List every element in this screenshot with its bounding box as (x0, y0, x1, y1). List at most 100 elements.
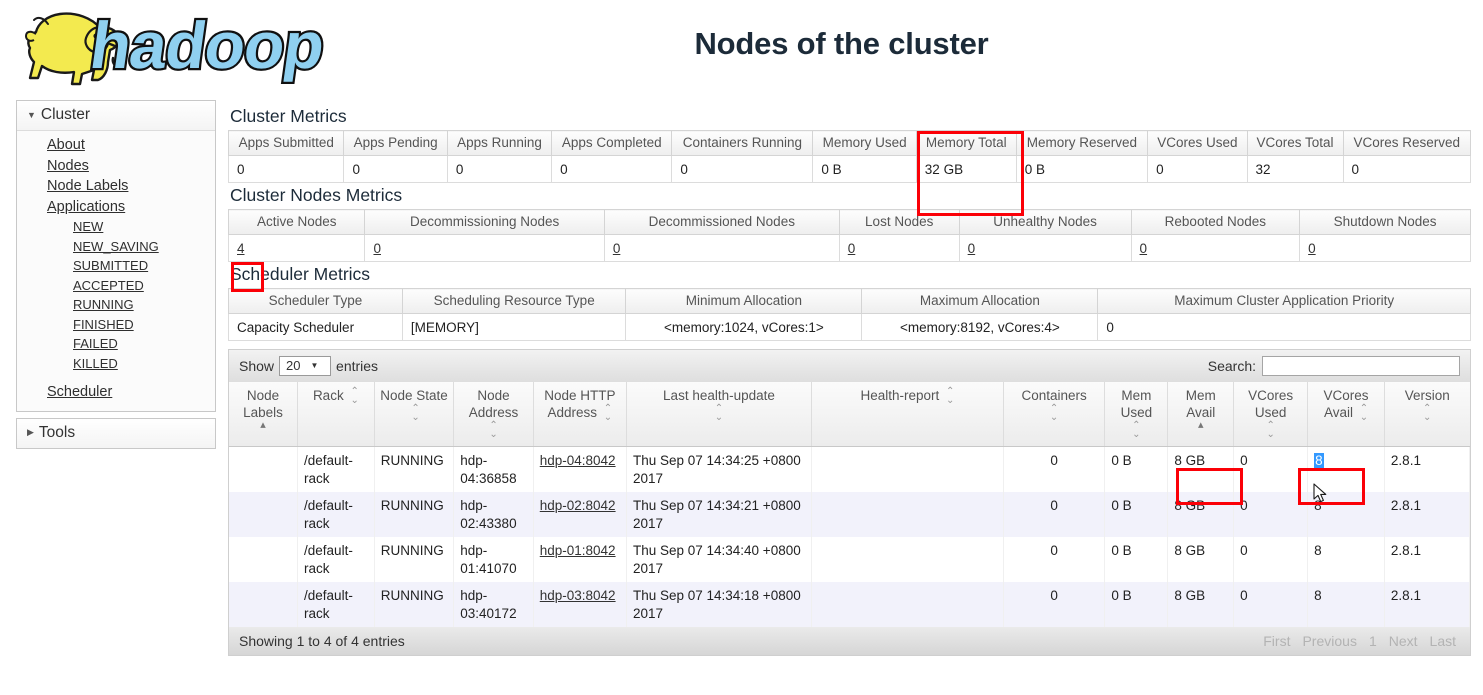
td-lost-nodes: 0 (838, 234, 960, 262)
sidebar-item-new[interactable]: NEW (73, 217, 215, 237)
cell-last-health-update: Thu Sep 07 14:34:18 +0800 2017 (626, 582, 813, 627)
cell-mem-used: 0 B (1104, 492, 1169, 537)
link-node-http-address[interactable]: hdp-01:8042 (540, 543, 616, 558)
sidebar-item-applications[interactable]: Applications NEW NEW_SAVING SUBMITTED AC… (47, 197, 215, 374)
td-unhealthy-nodes: 0 (958, 234, 1132, 262)
sidebar-item-nodes[interactable]: Nodes (47, 156, 215, 177)
sidebar-link-node-labels[interactable]: Node Labels (47, 178, 128, 194)
th-containers[interactable]: Containers (1003, 382, 1106, 447)
sort-asc-icon (1173, 421, 1228, 430)
td-minimum-allocation: <memory:1024, vCores:1> (625, 313, 863, 341)
sidebar-item-accepted[interactable]: ACCEPTED (73, 276, 215, 296)
sidebar-tools-header[interactable]: ▶ Tools (17, 418, 215, 448)
cell-rack: /default-rack (297, 446, 375, 492)
sidebar-link-killed[interactable]: KILLED (73, 356, 118, 371)
th-decommissioning-nodes: Decommissioning Nodes (364, 209, 605, 235)
link-lost-nodes[interactable]: 0 (848, 241, 856, 256)
td-memory-total: 32 GB (915, 155, 1017, 183)
cell-version: 2.8.1 (1384, 582, 1471, 627)
cell-health-report (811, 446, 1004, 492)
cluster-metrics-title: Cluster Metrics (230, 106, 347, 126)
sidebar-link-new-saving[interactable]: NEW_SAVING (73, 239, 159, 254)
th-health-report-label: Health-report (860, 388, 940, 403)
sidebar-item-killed[interactable]: KILLED (73, 354, 215, 374)
th-rack[interactable]: Rack (297, 382, 375, 447)
page-length-select[interactable]: 20 ▼ (279, 356, 332, 376)
td-apps-pending: 0 (343, 155, 448, 183)
sidebar-link-running[interactable]: RUNNING (73, 297, 134, 312)
cell-containers: 0 (1003, 582, 1106, 627)
pagination-next[interactable]: Next (1389, 633, 1418, 649)
th-memory-reserved: Memory Reserved (1015, 130, 1149, 156)
cluster-nodes-metrics-table: Active Nodes Decommissioning Nodes Decom… (227, 209, 1471, 262)
sidebar-link-nodes[interactable]: Nodes (47, 158, 89, 174)
sidebar-link-new[interactable]: NEW (73, 219, 103, 234)
sidebar-link-failed[interactable]: FAILED (73, 336, 118, 351)
th-health-report[interactable]: Health-report (811, 382, 1004, 447)
link-unhealthy-nodes[interactable]: 0 (968, 241, 976, 256)
sidebar-item-submitted[interactable]: SUBMITTED (73, 256, 215, 276)
table-row[interactable]: /default-rack RUNNING hdp-02:43380 hdp-0… (229, 492, 1471, 537)
th-vcores-avail[interactable]: VCores Avail (1307, 382, 1385, 447)
caret-right-icon: ▶ (27, 426, 34, 437)
th-vcores-used-col[interactable]: VCores Used (1233, 382, 1309, 447)
cell-node-http-address: hdp-03:8042 (533, 582, 627, 627)
sort-both-icon (1239, 421, 1302, 439)
link-rebooted-nodes[interactable]: 0 (1140, 241, 1148, 256)
entries-label: entries (336, 358, 379, 374)
th-shutdown-nodes: Shutdown Nodes (1299, 209, 1471, 235)
th-node-http-address[interactable]: Node HTTP Address (533, 382, 627, 447)
sidebar-item-failed[interactable]: FAILED (73, 334, 215, 354)
cell-health-report (811, 582, 1004, 627)
th-node-state[interactable]: Node State (374, 382, 455, 447)
th-mem-avail[interactable]: Mem Avail (1167, 382, 1235, 447)
th-mem-used[interactable]: Mem Used (1104, 382, 1169, 447)
sidebar-item-about[interactable]: About (47, 135, 215, 156)
sidebar-cluster-header[interactable]: ▼ Cluster (17, 101, 215, 131)
link-shutdown-nodes[interactable]: 0 (1308, 241, 1316, 256)
sidebar-item-scheduler[interactable]: Scheduler (47, 382, 215, 403)
table-row[interactable]: /default-rack RUNNING hdp-03:40172 hdp-0… (229, 582, 1471, 627)
td-memory-used: 0 B (812, 155, 917, 183)
sidebar-link-scheduler[interactable]: Scheduler (47, 384, 112, 400)
sidebar-link-finished[interactable]: FINISHED (73, 317, 134, 332)
link-decommissioning-nodes[interactable]: 0 (373, 241, 381, 256)
pagination-first[interactable]: First (1263, 633, 1290, 649)
th-version[interactable]: Version (1384, 382, 1470, 447)
link-node-http-address[interactable]: hdp-02:8042 (540, 498, 616, 513)
sidebar-item-new-saving[interactable]: NEW_SAVING (73, 237, 215, 257)
td-containers-running: 0 (671, 155, 814, 183)
sidebar-link-submitted[interactable]: SUBMITTED (73, 258, 148, 273)
sidebar-item-finished[interactable]: FINISHED (73, 315, 215, 335)
cell-vcores-used: 0 (1233, 492, 1309, 537)
sort-both-icon (1009, 404, 1099, 422)
th-mem-used-label: Mem Used (1120, 388, 1153, 420)
pagination-last[interactable]: Last (1430, 633, 1456, 649)
pagination-previous[interactable]: Previous (1302, 633, 1356, 649)
table-row[interactable]: /default-rack RUNNING hdp-01:41070 hdp-0… (229, 537, 1471, 582)
search-label: Search: (1207, 358, 1256, 374)
cell-node-labels (229, 492, 299, 537)
table-row[interactable]: /default-rack RUNNING hdp-04:36858 hdp-0… (229, 446, 1471, 492)
link-node-http-address[interactable]: hdp-04:8042 (540, 453, 616, 468)
sidebar-link-about[interactable]: About (47, 137, 85, 153)
sidebar-item-node-labels[interactable]: Node Labels (47, 176, 215, 197)
search-input[interactable] (1262, 356, 1460, 376)
link-active-nodes[interactable]: 4 (237, 241, 245, 256)
cell-mem-used: 0 B (1104, 537, 1169, 582)
cell-vcores-avail: 8 (1307, 446, 1385, 492)
sidebar-item-running[interactable]: RUNNING (73, 295, 215, 315)
link-decommissioned-nodes[interactable]: 0 (613, 241, 621, 256)
th-scheduler-type: Scheduler Type (228, 288, 403, 314)
sidebar-link-accepted[interactable]: ACCEPTED (73, 278, 144, 293)
td-shutdown-nodes: 0 (1299, 234, 1471, 262)
th-last-health-update[interactable]: Last health-update (626, 382, 813, 447)
pagination-page-1[interactable]: 1 (1369, 633, 1377, 649)
sidebar-link-applications[interactable]: Applications (47, 199, 125, 215)
link-node-http-address[interactable]: hdp-03:8042 (540, 588, 616, 603)
th-lost-nodes: Lost Nodes (838, 209, 960, 235)
th-node-address[interactable]: Node Address (453, 382, 534, 447)
td-active-nodes: 4 (227, 234, 366, 262)
th-node-labels[interactable]: Node Labels (229, 382, 299, 447)
sidebar-section-cluster: ▼ Cluster About Nodes Node Labels Applica… (16, 100, 216, 412)
